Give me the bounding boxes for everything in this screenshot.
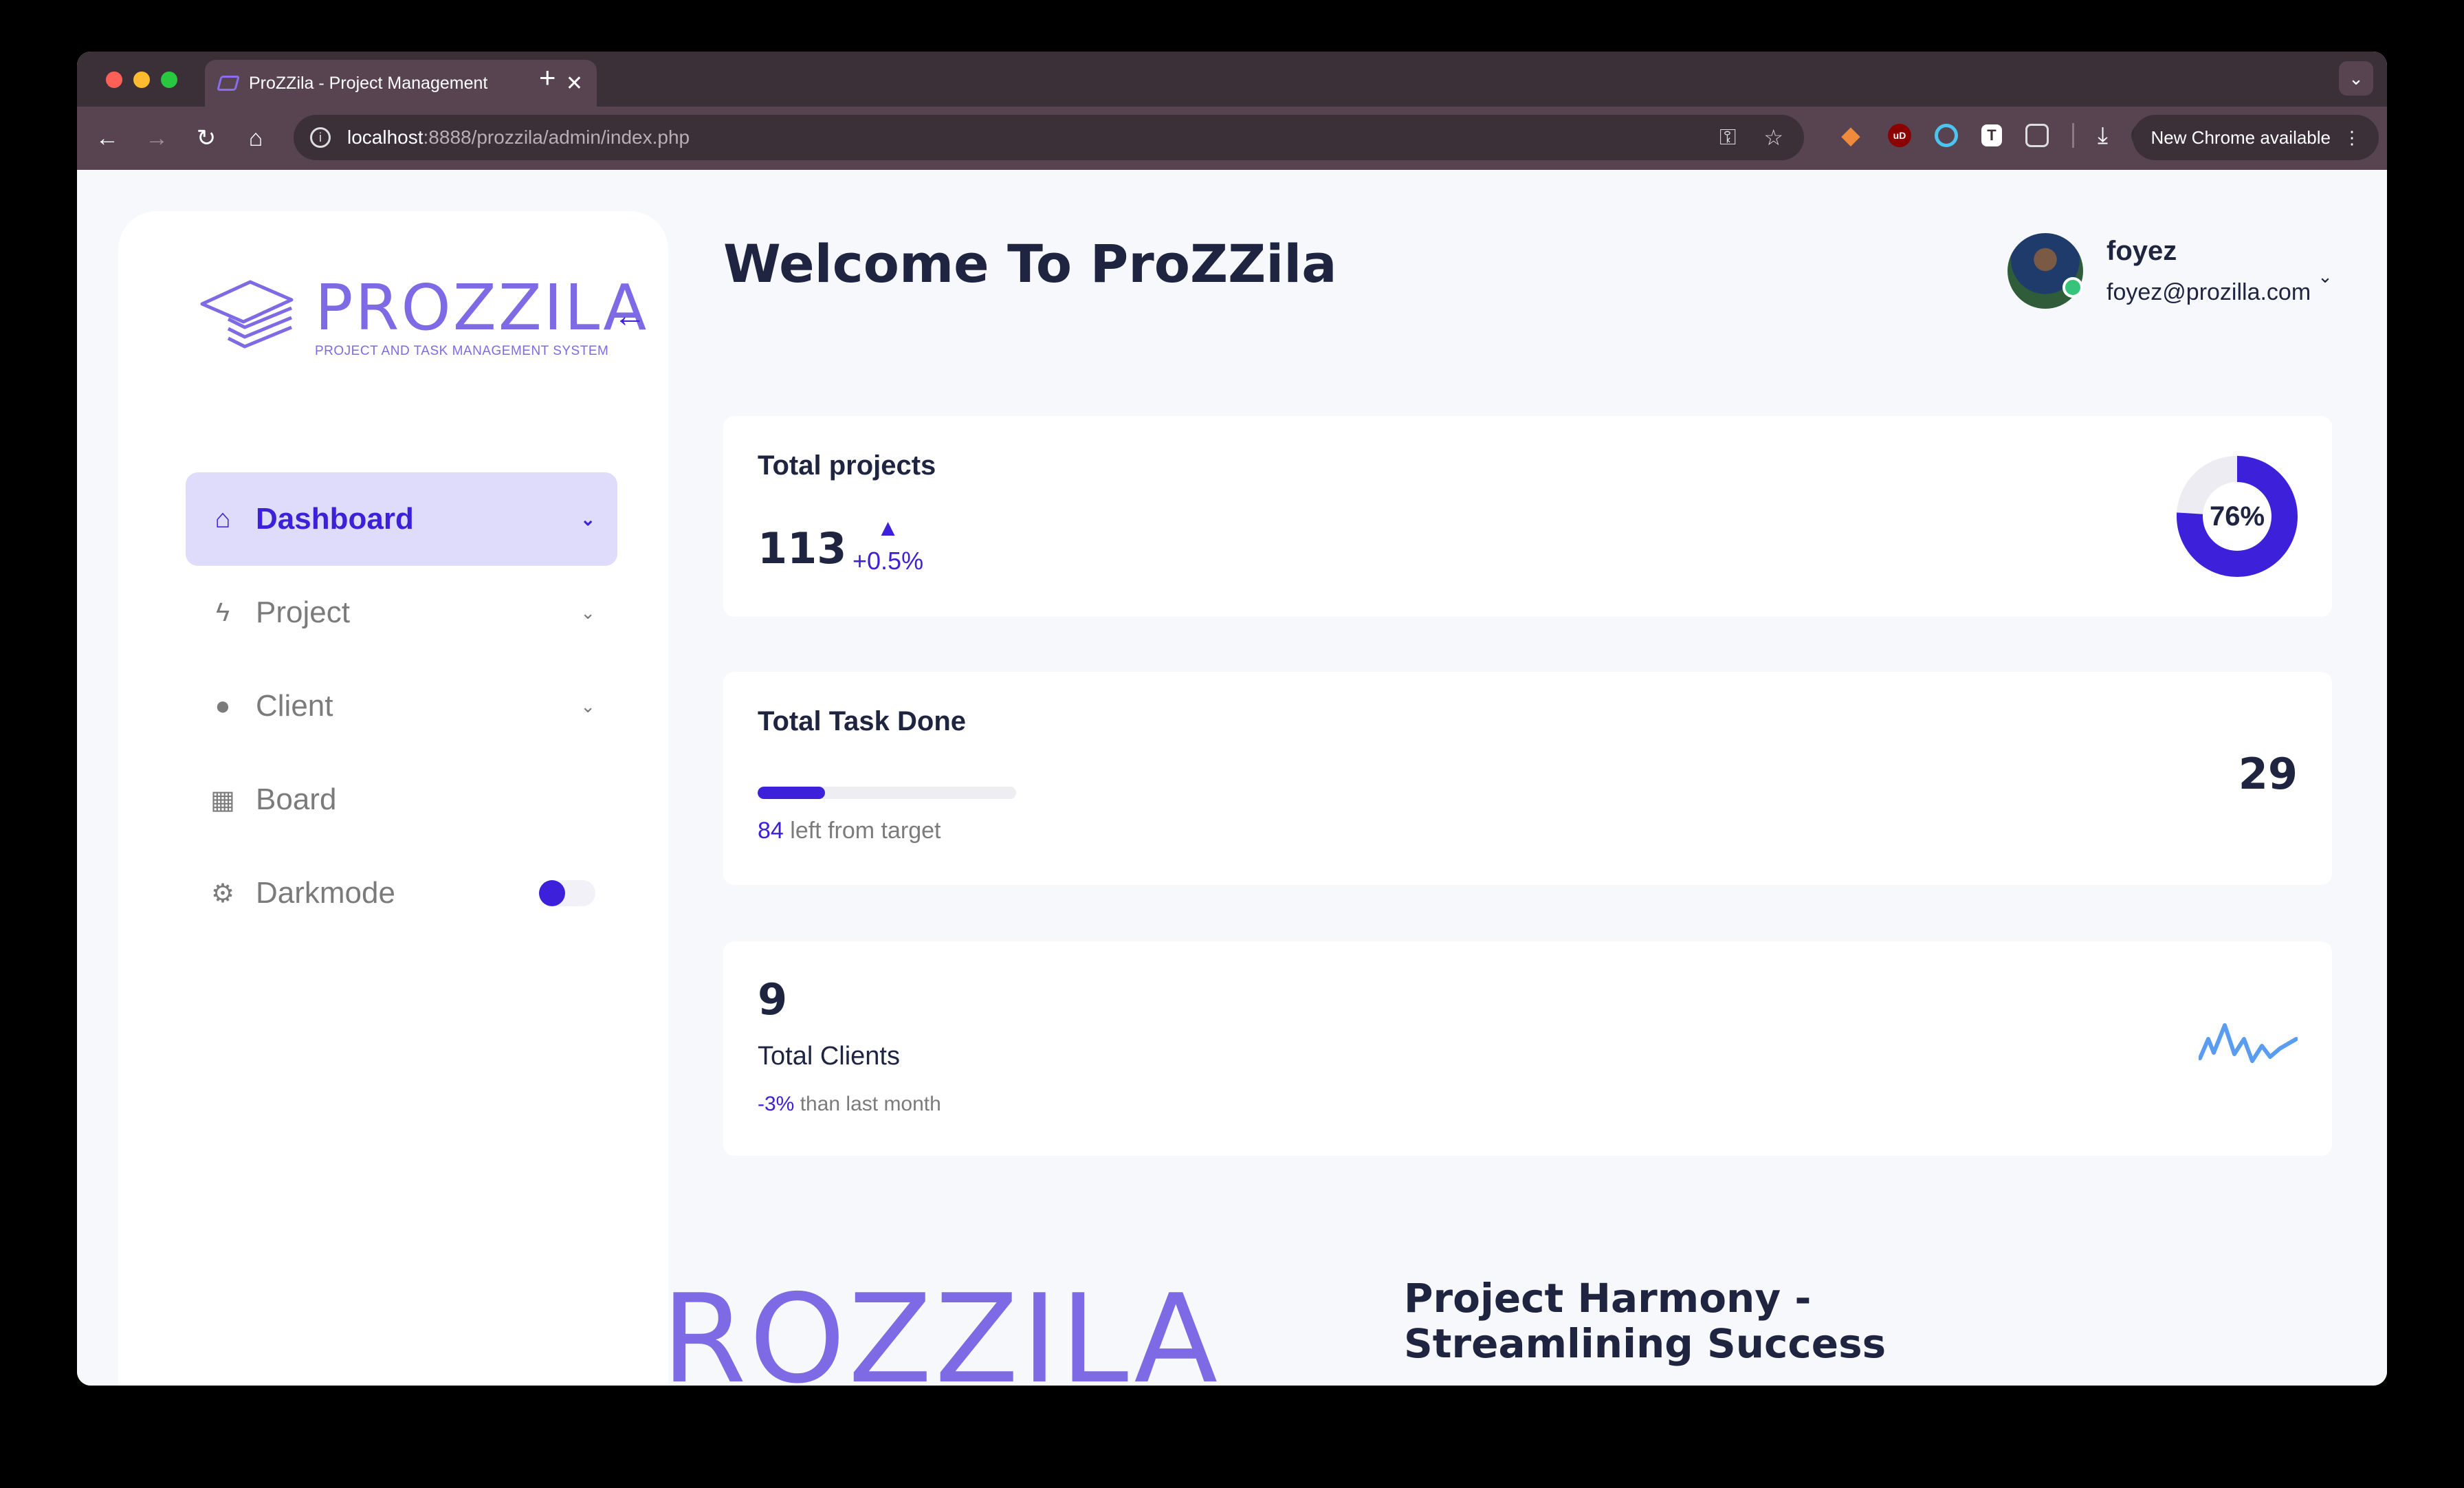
user-icon: ● [214,691,231,721]
sparkline-line [2199,1023,2298,1063]
chevron-down-icon: ⌄ [580,695,595,716]
site-info-icon[interactable]: i [310,127,331,148]
extension-color-icon[interactable] [1935,124,1958,147]
chevron-down-icon[interactable]: ⌄ [2318,266,2333,287]
trend-value: +0.5% [852,547,924,575]
home-icon: ⌂ [214,504,231,534]
tab-bar: ProZZila - Project Management ✕ + ⌄ [77,52,2387,107]
bookmark-star-icon[interactable]: ☆ [1763,124,1783,151]
projects-count: 113 [758,523,847,573]
logo-layers-icon [200,280,294,349]
sidebar-item-label: Client [256,689,333,723]
profile-email: foyez@prozilla.com [2106,279,2311,305]
forward-button[interactable]: → [140,122,173,155]
back-button[interactable]: ← [91,122,124,155]
total-clients-card: 9 Total Clients -3% than last month [723,941,2332,1156]
password-key-icon[interactable]: ⚿ [1719,124,1736,151]
url-host: localhost [347,127,424,148]
sidebar-item-label: Darkmode [256,876,395,910]
sidebar-item-board[interactable]: ▦ Board [186,753,617,846]
gear-icon: ⚙ [210,879,235,908]
extension-ublock-icon[interactable]: uD [1888,124,1911,147]
bolt-icon: ϟ [215,598,230,627]
more-menu-icon[interactable]: ⋮ [2343,127,2361,149]
close-window-button[interactable] [106,72,122,88]
clients-count: 9 [758,974,788,1025]
sidebar-menu: ⌂ Dashboard ⌄ ϟ Project ⌄ ● Client ⌄ ▦ B… [186,472,617,940]
chrome-update-label: New Chrome available [2150,127,2331,148]
sidebar-item-project[interactable]: ϟ Project ⌄ [186,566,617,659]
page-content: PROZZILA PROJECT AND TASK MANAGEMENT SYS… [77,170,2387,1386]
browser-tab[interactable]: ProZZila - Project Management ✕ [205,60,597,107]
avatar [2008,233,2083,309]
chrome-update-button[interactable]: New Chrome available ⋮ [2133,115,2379,160]
sidebar-item-label: Dashboard [256,502,414,536]
collapse-sidebar-icon[interactable]: ← [613,297,646,335]
favicon-icon [217,76,240,91]
sidebar: PROZZILA PROJECT AND TASK MANAGEMENT SYS… [118,211,668,1386]
reload-button[interactable]: ↻ [190,122,223,155]
page-title: Welcome To ProZZila [723,233,1337,294]
darkmode-toggle[interactable] [539,880,595,906]
extension-t-icon[interactable]: T [1981,124,2002,146]
browser-toolbar: ← → ↻ ⌂ i localhost:8888/prozzila/admin/… [77,107,2387,170]
total-task-done-card: Total Task Done 84 left from target 29 [723,672,2332,885]
browser-window: ProZZila - Project Management ✕ + ⌄ ← → … [77,52,2387,1386]
toggle-knob [539,880,565,906]
left-count: 84 [758,818,784,844]
clients-change-note: -3% than last month [758,1093,941,1116]
url-path: :8888/prozzila/admin/index.php [423,127,690,148]
tasks-done-count: 29 [2238,749,2298,799]
maximize-window-button[interactable] [161,72,177,88]
logo-subtitle: PROJECT AND TASK MANAGEMENT SYSTEM [315,344,609,358]
address-bar[interactable]: i localhost:8888/prozzila/admin/index.ph… [294,115,1804,160]
grid-icon: ▦ [210,785,235,815]
clients-sparkline [2199,1023,2298,1063]
chevron-down-icon: ⌄ [580,602,595,623]
task-progress-fill [758,787,825,799]
tab-search-button[interactable]: ⌄ [2339,61,2373,96]
home-button[interactable]: ⌂ [239,122,272,155]
toolbar-divider [2072,123,2074,148]
progress-note: 84 left from target [758,818,940,844]
close-tab-icon[interactable]: ✕ [566,72,583,96]
clients-change-text: than last month [794,1093,941,1115]
footer-heading: Project Harmony - Streamlining Success [1404,1275,1886,1368]
user-profile-menu[interactable]: foyez foyez@prozilla.com ⌄ [2008,233,2333,309]
sidebar-item-dashboard[interactable]: ⌂ Dashboard ⌄ [186,472,617,566]
card-title: Total Task Done [758,706,967,736]
footer-logo-text: ROZZILA [661,1268,1221,1386]
trend-up-icon: ▲ [876,515,900,541]
clients-change: -3% [758,1093,795,1115]
profile-name: foyez [2106,236,2177,266]
chevron-down-icon: ⌄ [580,508,595,529]
extensions-puzzle-icon[interactable] [2025,124,2049,147]
left-text: left from target [783,818,941,844]
task-progress-bar [758,787,1016,799]
card-title: Total projects [758,450,936,481]
prozzila-logo[interactable]: PROZZILA PROJECT AND TASK MANAGEMENT SYS… [195,276,648,359]
sidebar-item-client[interactable]: ● Client ⌄ [186,659,617,753]
minimize-window-button[interactable] [133,72,150,88]
donut-percent-label: 76% [2209,501,2265,532]
extension-git-icon[interactable]: ◆ [1837,122,1864,149]
clients-label: Total Clients [758,1042,900,1071]
tab-title: ProZZila - Project Management [249,73,488,93]
online-status-dot [2062,277,2083,298]
sidebar-item-label: Board [256,783,337,816]
sidebar-item-darkmode: ⚙ Darkmode [186,846,617,940]
total-projects-card: Total projects 113 ▲ +0.5% 76% [723,416,2332,617]
download-icon[interactable]: ⤓ [2098,122,2108,149]
new-tab-button[interactable]: + [539,61,556,94]
projects-trend: ▲ +0.5% [852,516,923,576]
sidebar-item-label: Project [256,595,350,629]
logo-title: PROZZILA [315,271,649,344]
